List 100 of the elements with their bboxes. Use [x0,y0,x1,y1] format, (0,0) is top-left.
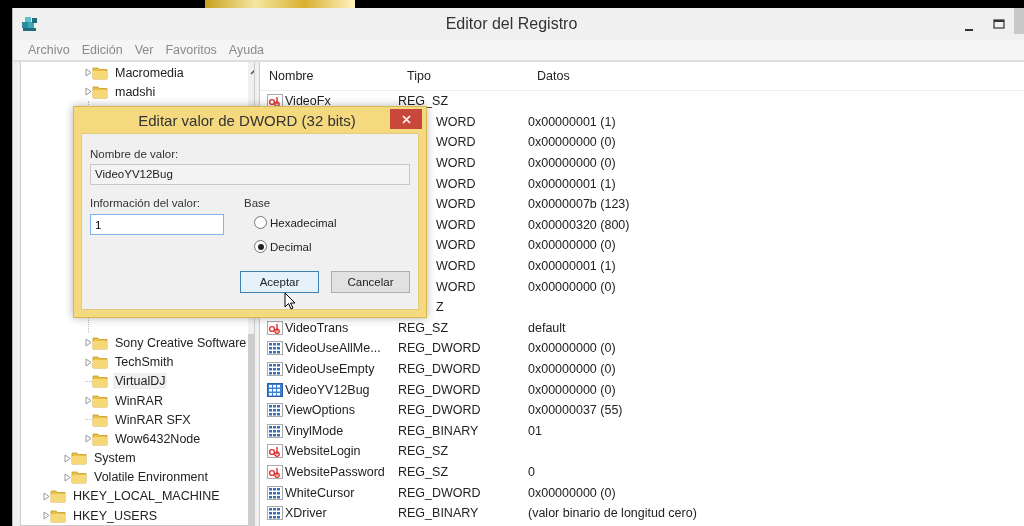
dialog-title: Editar valor de DWORD (32 bits) [137,111,357,129]
folder-icon [92,374,108,389]
value-name[interactable]: ViewOptions [285,403,355,418]
radio-option[interactable]: Hexadecimal [244,212,410,233]
group-label: Base [244,197,272,209]
tree-item[interactable]: VirtualDJ [113,373,168,390]
value-type: REG_SZ [398,465,448,479]
tree-item[interactable]: TechSmith [113,354,176,371]
window-title: Editor del Registro [444,15,579,33]
dialog-button[interactable]: Aceptar [240,271,319,293]
value-data: (valor binario de longitud cero) [528,506,697,521]
folder-icon [71,470,87,485]
value-data: 0x00000001 (1) [528,259,616,274]
value-data: 01 [528,423,542,438]
tree-item[interactable]: Volatile Environment [92,469,210,486]
value-name[interactable]: VideoUseEmpty [285,362,375,376]
value-type: REG_SZ [398,320,448,335]
tree-item[interactable]: WinRAR [113,392,165,409]
tree-item[interactable]: WinRAR SFX [113,411,193,428]
value-name[interactable]: VideoYV12Bug [285,382,370,397]
value-data: 0x00000037 (55) [528,403,623,418]
registry-app-icon [21,16,39,32]
value-data: default [528,320,566,335]
column-header[interactable]: Datos [528,69,1024,83]
tree-item[interactable]: Wow6432Node [113,430,203,447]
expand-arrow-icon[interactable] [85,434,92,444]
column-header[interactable]: Nombre [260,69,398,83]
value-type: Z [436,300,444,315]
value-data: 0x00000320 (800) [528,217,630,232]
radio-option[interactable]: Decimal [244,236,410,257]
value-data: 0 [528,465,535,479]
folder-icon [92,65,108,80]
value-type: REG_SZ [398,94,448,109]
value-name[interactable]: VinylMode [285,423,344,438]
expand-arrow-icon[interactable] [85,87,92,97]
value-type: REG_DWORD [398,403,481,418]
radio-button[interactable] [254,216,267,229]
value-name[interactable]: VideoUseAllMe... [285,341,381,356]
value-data: 0x00000000 (0) [528,382,616,397]
close-icon [401,114,411,124]
value-name[interactable]: VideoTrans [285,320,349,335]
tree-item[interactable]: Macromedia [113,64,186,81]
value-data: 0x0000007b (123) [528,197,630,212]
value-type: WORD [436,238,476,253]
value-type: WORD [436,197,476,212]
value-type: WORD [436,217,476,232]
value-data: 0x00000000 (0) [528,279,616,294]
value-name[interactable]: WebsitePassword [285,465,385,479]
expand-arrow-icon[interactable] [64,472,71,482]
folder-icon [92,335,108,350]
value-type: WORD [436,259,476,274]
field-label: Nombre de valor: [90,148,180,160]
value-type: WORD [436,176,476,191]
tree-item[interactable]: HKEY_LOCAL_MACHINE [71,488,222,505]
folder-icon [50,508,66,523]
value-data: 0x00000000 (0) [528,485,616,500]
value-type: REG_SZ [398,444,448,459]
folder-icon [92,431,108,446]
folder-icon [71,451,87,466]
value-type: WORD [436,135,476,150]
expand-arrow-icon[interactable] [43,491,50,501]
folder-icon [92,355,108,370]
value-type: REG_BINARY [398,506,479,521]
value-type: WORD [436,156,476,171]
value-name-field[interactable]: VideoYV12Bug [90,164,410,185]
folder-icon [92,393,108,408]
expand-arrow-icon[interactable] [85,338,92,348]
column-header[interactable]: Tipo [398,69,528,83]
value-type: WORD [436,279,476,294]
value-data: 0x00000001 (1) [528,114,616,129]
value-name[interactable]: WebsiteLogin [285,444,361,459]
value-data: 0x00000000 (0) [528,362,616,376]
tree-item[interactable]: madshi [113,83,158,100]
value-name[interactable]: XDriver [285,506,327,521]
maximize-icon [993,19,1005,29]
value-type: REG_DWORD [398,485,481,500]
value-type: WORD [436,114,476,129]
value-data-field[interactable]: 1 [90,214,224,235]
folder-icon [50,489,66,504]
folder-icon [92,412,108,427]
tree-item[interactable]: Sony Creative Software [113,334,249,351]
value-name[interactable]: WhiteCursor [285,485,355,500]
expand-arrow-icon[interactable] [43,511,50,521]
radio-button[interactable] [254,240,267,253]
value-data: 0x00000000 (0) [528,156,616,171]
value-data: 0x00000001 (1) [528,176,616,191]
value-data: 0x00000000 (0) [528,135,616,150]
expand-arrow-icon[interactable] [64,453,71,463]
value-type: REG_BINARY [398,423,479,438]
folder-icon [92,84,108,99]
value-type: REG_DWORD [398,382,481,397]
expand-arrow-icon[interactable] [85,396,92,406]
expand-arrow-icon[interactable] [85,68,92,78]
value-type: REG_DWORD [398,341,481,356]
tree-item[interactable]: System [92,450,138,467]
dialog-button[interactable]: Cancelar [331,271,410,293]
expand-arrow-icon[interactable] [85,357,92,367]
value-name[interactable]: VideoFx [285,94,331,109]
minimize-icon [965,29,973,31]
tree-item[interactable]: HKEY_USERS [71,507,160,524]
